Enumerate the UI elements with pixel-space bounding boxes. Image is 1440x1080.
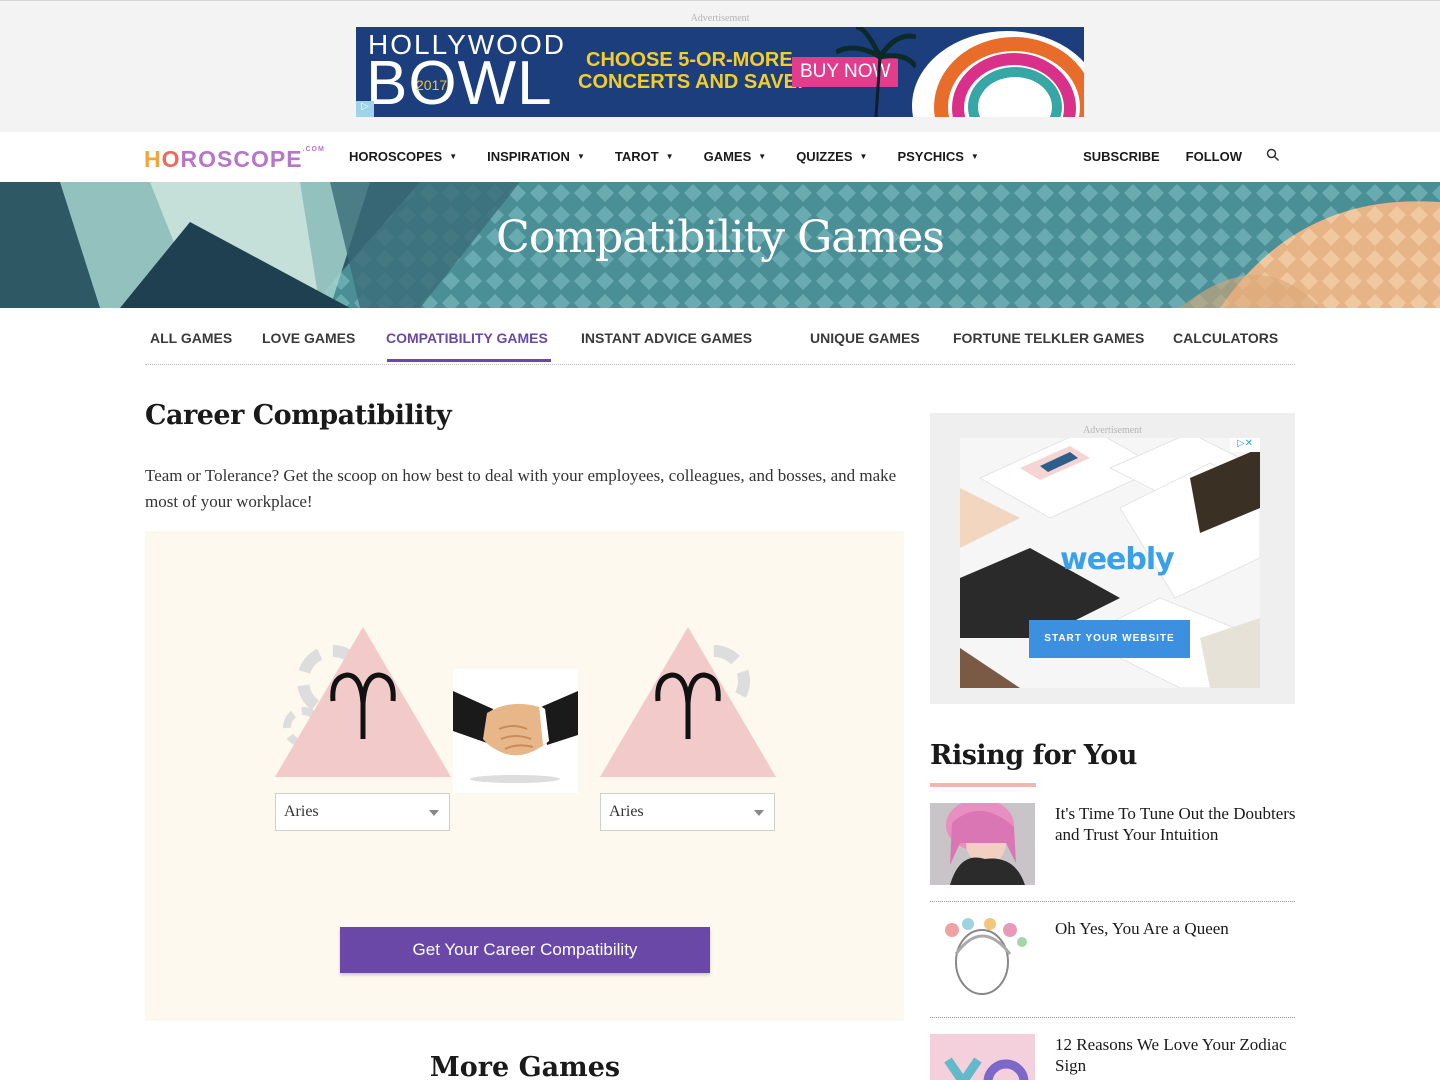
rising-heading: Rising for You: [930, 740, 1137, 771]
ad-year: 2017: [416, 77, 448, 93]
logo-part2: O: [161, 146, 181, 172]
nav-inspiration[interactable]: INSPIRATION ▼: [487, 149, 585, 164]
ad-sponsor: LA PHIL: [1006, 99, 1049, 111]
adchoices-icon[interactable]: ▷✕: [1230, 438, 1260, 452]
page-title: Compatibility Games: [496, 212, 945, 263]
tab-all-games[interactable]: ALL GAMES: [150, 330, 232, 346]
tab-compatibility-games[interactable]: COMPATIBILITY GAMES: [386, 330, 548, 346]
tab-love-games[interactable]: LOVE GAMES: [262, 330, 355, 346]
thumbnail-xo: [930, 1034, 1035, 1080]
heading-accent-bar: [930, 783, 1036, 787]
divider: [930, 1017, 1295, 1018]
nav-label: TAROT: [614, 149, 659, 164]
ad-cta-line1: CHOOSE 5-OR-MORE: [586, 49, 793, 71]
game-title: Career Compatibility: [145, 400, 452, 431]
tab-unique-games[interactable]: UNIQUE GAMES: [810, 330, 920, 346]
active-tab-indicator: [387, 359, 551, 362]
sign-right-graphic: [600, 627, 776, 777]
article-thumbnail[interactable]: [930, 1034, 1035, 1080]
search-icon[interactable]: [1266, 148, 1280, 162]
site-header: HOROSCOPE.COM HOROSCOPES ▼ INSPIRATION ▼ T…: [0, 132, 1440, 182]
sidebar-ad: Advertisement weebly START YOUR WEBSITE …: [930, 413, 1295, 704]
nav-quizzes[interactable]: QUIZZES ▼: [796, 149, 867, 164]
tab-fortune-teller-games[interactable]: FORTUNE TELKLER GAMES: [953, 330, 1144, 346]
sign-left-graphic: [275, 627, 451, 777]
nav-games[interactable]: GAMES ▼: [704, 149, 767, 164]
nav-label: HOROSCOPES: [349, 149, 443, 164]
nav-label: QUIZZES: [796, 149, 853, 164]
caret-down-icon: ▼: [449, 152, 458, 161]
divider: [930, 901, 1295, 902]
list-item[interactable]: Oh Yes, You Are a Queen: [930, 918, 1295, 1018]
ad-label: Advertisement: [690, 13, 750, 24]
aries-icon: [655, 672, 721, 739]
caret-down-icon: ▼: [576, 152, 585, 161]
palm-tree-icon: [836, 27, 916, 117]
more-games-heading: More Games: [429, 1052, 621, 1080]
chevron-down-icon: [429, 810, 439, 816]
main-nav: HOROSCOPES ▼ INSPIRATION ▼ TAROT ▼ GAMES ▼ Q…: [349, 149, 1009, 164]
get-compatibility-button[interactable]: Get Your Career Compatibility: [340, 927, 710, 973]
game-category-tabs: ALL GAMES LOVE GAMES COMPATIBILITY GAMES…: [145, 308, 1295, 365]
ad-label: Advertisement: [1083, 425, 1142, 436]
site-logo[interactable]: HOROSCOPE.COM: [144, 146, 325, 173]
hero-banner: Compatibility Games: [0, 182, 1440, 308]
nav-horoscopes[interactable]: HOROSCOPES ▼: [349, 149, 457, 164]
handshake-image: [453, 669, 578, 793]
compatibility-game: Aries Aries Get Your Career Compatibilit…: [145, 531, 904, 1021]
nav-label: PSYCHICS: [897, 149, 964, 164]
aries-icon: [330, 672, 396, 739]
ad-cta-line2: CONCERTS AND SAVE!: [578, 71, 804, 93]
ad-info-icon[interactable]: ▷: [356, 101, 374, 117]
article-thumbnail[interactable]: [930, 803, 1035, 885]
weebly-logo: weebly: [1060, 542, 1175, 577]
caret-down-icon: ▼: [859, 152, 868, 161]
top-ad-banner[interactable]: HOLLYWOOD BOWL 2017 CHOOSE 5-OR-MORE CON…: [356, 27, 1084, 117]
caret-down-icon: ▼: [970, 152, 979, 161]
subscribe-link[interactable]: SUBSCRIBE: [1083, 149, 1160, 164]
nav-tarot[interactable]: TAROT ▼: [615, 149, 674, 164]
tab-calculators[interactable]: CALCULATORS: [1173, 330, 1278, 346]
logo-part1: H: [144, 146, 162, 172]
article-title[interactable]: 12 Reasons We Love Your Zodiac Sign: [1055, 1034, 1300, 1076]
chevron-down-icon: [754, 810, 764, 816]
select-value: Aries: [609, 803, 644, 820]
handshake-icon: [453, 691, 578, 783]
start-website-button[interactable]: START YOUR WEBSITE: [1029, 620, 1190, 658]
game-description: Team or Tolerance? Get the scoop on how …: [145, 466, 897, 511]
list-item[interactable]: It's Time To Tune Out the Doubters and T…: [930, 803, 1296, 903]
nav-psychics[interactable]: PSYCHICS ▼: [897, 149, 978, 164]
sign-select-right[interactable]: Aries: [600, 793, 775, 831]
nav-label: INSPIRATION: [487, 149, 570, 164]
thumbnail-queen-sketch: [930, 918, 1035, 1000]
article-title[interactable]: It's Time To Tune Out the Doubters and T…: [1055, 803, 1300, 845]
header-actions: SUBSCRIBE FOLLOW: [1057, 148, 1280, 164]
select-value: Aries: [284, 803, 319, 820]
article-title[interactable]: Oh Yes, You Are a Queen: [1055, 918, 1300, 939]
follow-link[interactable]: FOLLOW: [1186, 149, 1242, 164]
thumbnail-pink-hair: [930, 803, 1035, 885]
top-ad-area: Advertisement HOLLYWOOD BOWL 2017 CHOOSE…: [0, 0, 1440, 132]
sign-select-left[interactable]: Aries: [275, 793, 450, 831]
logo-suffix: .COM: [302, 146, 325, 153]
list-item[interactable]: 12 Reasons We Love Your Zodiac Sign: [930, 1034, 1295, 1080]
tab-instant-advice-games[interactable]: INSTANT ADVICE GAMES: [581, 330, 752, 346]
logo-part3: ROSCOPE: [180, 146, 303, 172]
caret-down-icon: ▼: [665, 152, 674, 161]
nav-label: GAMES: [703, 149, 752, 164]
ad-line2: BOWL: [366, 49, 553, 117]
caret-down-icon: ▼: [758, 152, 767, 161]
article-thumbnail[interactable]: [930, 918, 1035, 1000]
weebly-ad[interactable]: weebly START YOUR WEBSITE ▷✕: [960, 438, 1260, 688]
